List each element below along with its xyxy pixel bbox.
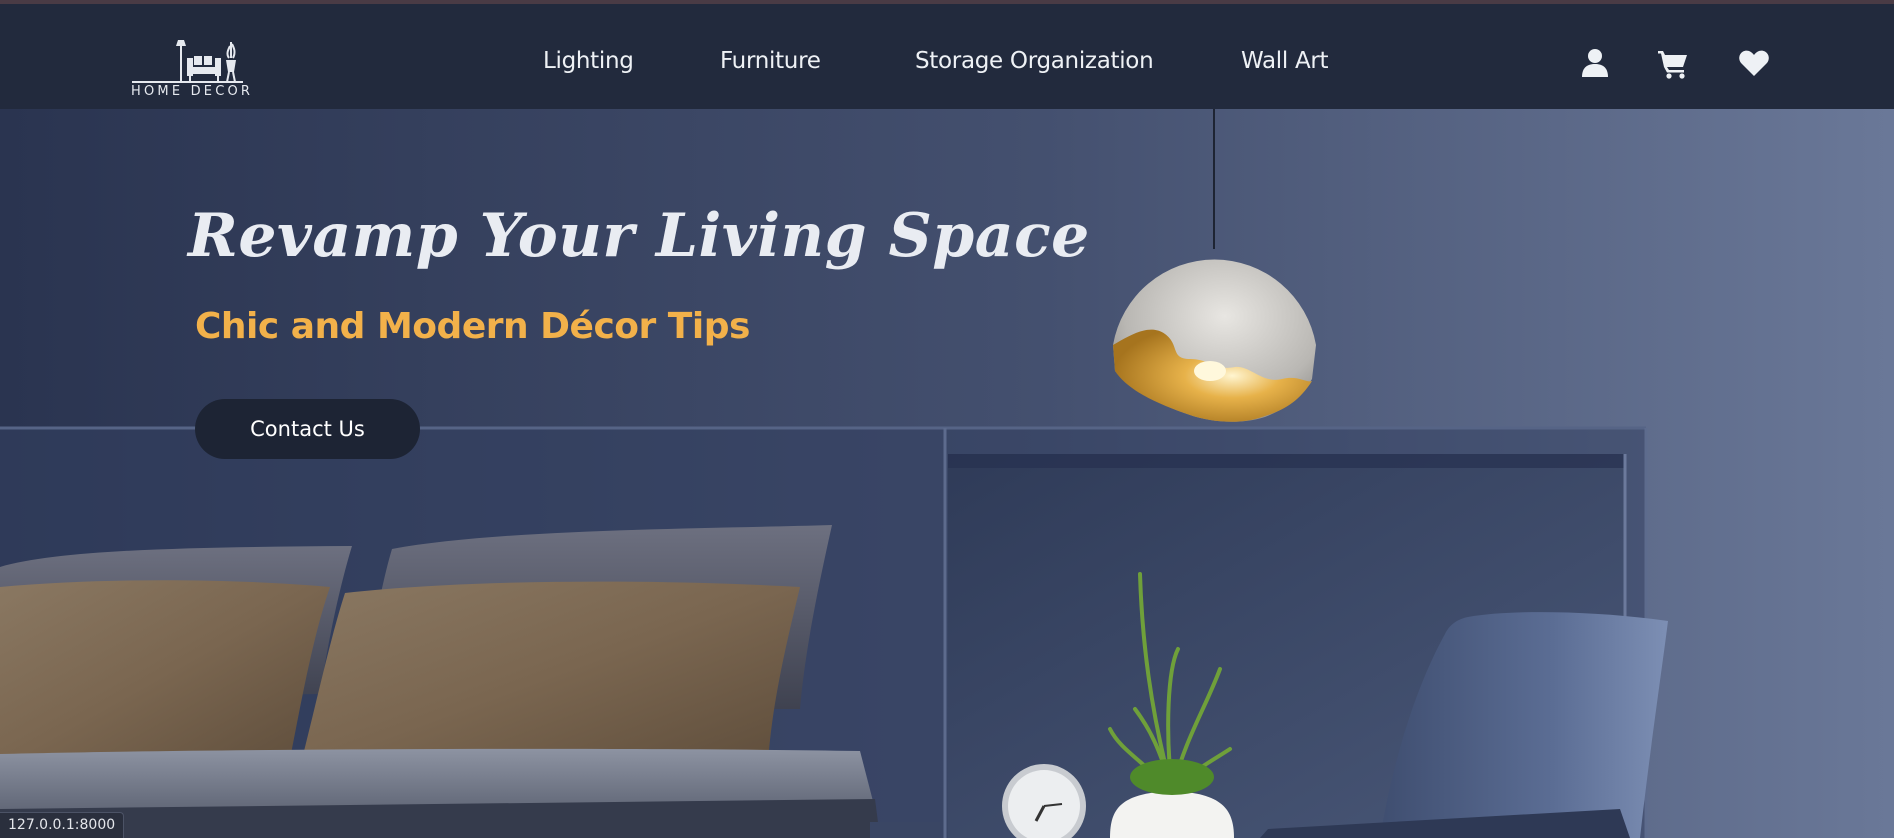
site-navbar: HOME DECOR Lighting Furniture Storage Or… (0, 4, 1894, 109)
nav-link-furniture[interactable]: Furniture (720, 48, 821, 74)
cart-icon[interactable] (1656, 46, 1690, 80)
hero-title: Revamp Your Living Space (188, 201, 1090, 271)
user-icon[interactable] (1578, 46, 1612, 80)
hero-banner: Revamp Your Living Space Chic and Modern… (0, 109, 1894, 838)
browser-status-url: 127.0.0.1:8000 (0, 812, 125, 838)
heart-icon[interactable] (1737, 46, 1771, 80)
hero-subtitle: Chic and Modern Décor Tips (195, 306, 750, 347)
nav-link-wall-art[interactable]: Wall Art (1241, 48, 1329, 74)
nav-link-lighting[interactable]: Lighting (543, 48, 634, 74)
nav-link-storage-organization[interactable]: Storage Organization (915, 48, 1154, 74)
contact-us-button[interactable]: Contact Us (195, 399, 420, 459)
